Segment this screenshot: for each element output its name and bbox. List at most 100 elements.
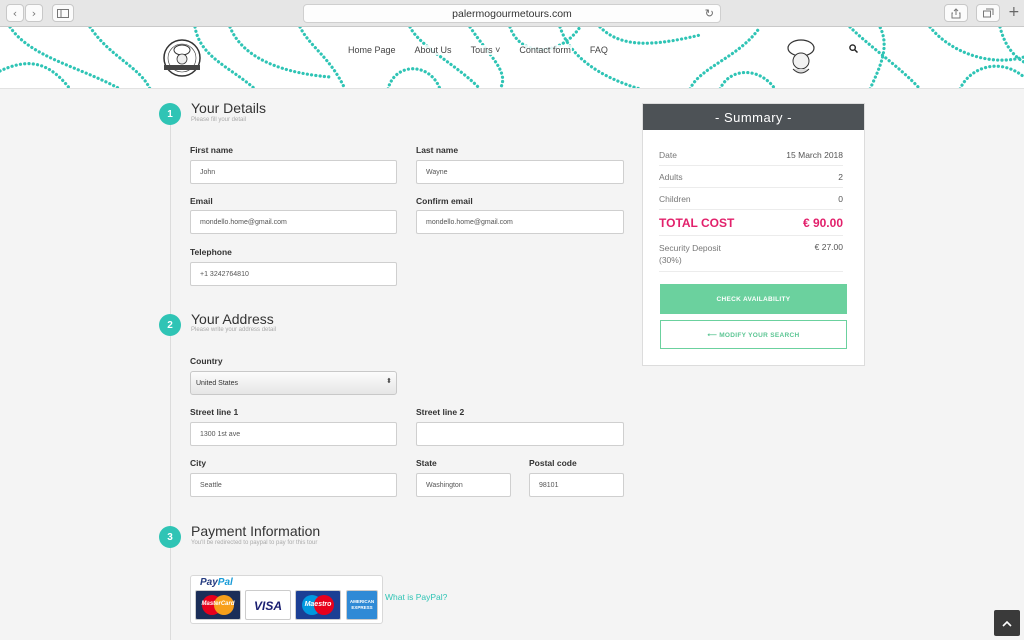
step-2-badge: 2 bbox=[159, 314, 181, 336]
first-name-label: First name bbox=[190, 145, 233, 155]
telephone-input[interactable]: +1 3242764810 bbox=[190, 262, 397, 286]
paypal-logo-pal: Pal bbox=[217, 577, 233, 588]
new-tab-icon[interactable]: + bbox=[1008, 4, 1020, 20]
site-header: Home Page About Us Tours ˅ Contact form … bbox=[0, 27, 1024, 89]
confirm-email-value: mondello.home@gmail.com bbox=[426, 218, 513, 226]
street2-input[interactable] bbox=[416, 422, 624, 446]
country-select[interactable]: United States ⬍ bbox=[190, 371, 397, 395]
what-is-paypal-link[interactable]: What is PayPal? bbox=[385, 592, 447, 602]
paypal-logo: PayPal bbox=[200, 577, 233, 588]
postal-code-value: 98101 bbox=[539, 481, 559, 489]
first-name-input[interactable]: John bbox=[190, 160, 397, 184]
visa-icon: VISA bbox=[245, 590, 291, 620]
dotted-pattern-decoration bbox=[0, 27, 1024, 88]
adults-value: 2 bbox=[838, 171, 843, 182]
nav-tours[interactable]: Tours ˅ bbox=[469, 45, 502, 55]
sidebar-icon bbox=[57, 8, 69, 18]
forward-button[interactable]: › bbox=[25, 4, 43, 22]
paypal-payment-option[interactable]: PayPal MasterCard VISA Maestro AMERICAN … bbox=[190, 575, 383, 624]
city-input[interactable]: Seattle bbox=[190, 473, 397, 497]
last-name-input[interactable]: Wayne bbox=[416, 160, 624, 184]
section-subtitle-details: Please fill your detail bbox=[191, 117, 247, 123]
telephone-value: +1 3242764810 bbox=[200, 270, 249, 278]
modify-search-button[interactable]: ⟵ MODIFY YOUR SEARCH bbox=[660, 320, 847, 349]
summary-row-deposit: Security Deposit (30%) € 27.00 bbox=[659, 238, 843, 272]
first-name-value: John bbox=[200, 168, 216, 176]
summary-row-date: Date 15 March 2018 bbox=[659, 144, 843, 166]
deposit-value: € 27.00 bbox=[814, 242, 843, 252]
city-value: Seattle bbox=[200, 481, 222, 489]
nav-about-us[interactable]: About Us bbox=[413, 45, 453, 55]
last-name-label: Last name bbox=[416, 145, 459, 155]
mastercard-label: MasterCard bbox=[201, 601, 235, 607]
date-label: Date bbox=[659, 149, 677, 160]
browser-toolbar: ‹ › palermogourmetours.com ↻ + bbox=[0, 0, 1024, 27]
email-input[interactable]: mondello.home@gmail.com bbox=[190, 210, 397, 234]
chevron-up-icon bbox=[1002, 620, 1012, 627]
step-1-badge: 1 bbox=[159, 103, 181, 125]
city-label: City bbox=[190, 458, 207, 468]
maestro-icon: Maestro bbox=[295, 590, 341, 620]
reload-icon[interactable]: ↻ bbox=[705, 7, 714, 20]
address-bar[interactable]: palermogourmetours.com ↻ bbox=[303, 4, 721, 23]
state-label: State bbox=[416, 458, 437, 468]
chevron-right-icon: › bbox=[31, 6, 37, 20]
tabs-icon bbox=[982, 8, 993, 18]
country-value: United States bbox=[196, 379, 239, 387]
scroll-to-top-button[interactable] bbox=[994, 610, 1020, 636]
deposit-percent: (30%) bbox=[659, 255, 682, 265]
mastercard-icon: MasterCard bbox=[195, 590, 241, 620]
paypal-logo-pay: Pay bbox=[200, 577, 218, 588]
date-value: 15 March 2018 bbox=[786, 149, 843, 160]
summary-row-adults: Adults 2 bbox=[659, 166, 843, 188]
deposit-label: Security Deposit bbox=[659, 243, 721, 253]
section-subtitle-payment: You'll be redirected to paypal to pay fo… bbox=[191, 540, 318, 546]
state-input[interactable]: Washington bbox=[416, 473, 511, 497]
summary-row-total: TOTAL COST € 90.00 bbox=[659, 210, 843, 236]
nav-faq[interactable]: FAQ bbox=[588, 45, 609, 55]
step-3-badge: 3 bbox=[159, 526, 181, 548]
street1-value: 1300 1st ave bbox=[200, 430, 241, 438]
tabs-button[interactable] bbox=[976, 4, 1000, 22]
street1-input[interactable]: 1300 1st ave bbox=[190, 422, 397, 446]
nav-home-page[interactable]: Home Page bbox=[347, 45, 397, 55]
total-cost-label: TOTAL COST bbox=[659, 215, 735, 230]
email-value: mondello.home@gmail.com bbox=[200, 218, 287, 226]
summary-row-children: Children 0 bbox=[659, 188, 843, 210]
section-title-details: Your Details bbox=[191, 100, 266, 116]
last-name-value: Wayne bbox=[426, 168, 448, 176]
chevron-left-icon: ‹ bbox=[12, 6, 18, 20]
section-title-payment: Payment Information bbox=[191, 523, 321, 539]
nav-contact-form[interactable]: Contact form bbox=[518, 45, 572, 55]
select-arrows-icon: ⬍ bbox=[386, 377, 392, 385]
back-button[interactable]: ‹ bbox=[6, 4, 24, 22]
visa-label: VISA bbox=[253, 599, 282, 613]
street2-label: Street line 2 bbox=[416, 407, 465, 417]
postal-code-input[interactable]: 98101 bbox=[529, 473, 624, 497]
postal-code-label: Postal code bbox=[529, 458, 577, 468]
state-value: Washington bbox=[426, 481, 463, 489]
share-button[interactable] bbox=[944, 4, 968, 22]
address-bar-url: palermogourmetours.com bbox=[452, 7, 572, 20]
sidebar-toggle-button[interactable] bbox=[52, 4, 74, 22]
email-label: Email bbox=[190, 196, 213, 206]
steps-timeline bbox=[170, 122, 171, 640]
confirm-email-label: Confirm email bbox=[416, 196, 473, 206]
confirm-email-input[interactable]: mondello.home@gmail.com bbox=[416, 210, 624, 234]
check-availability-button[interactable]: CHECK AVAILABILITY bbox=[660, 284, 847, 314]
section-subtitle-address: Please write your address detail bbox=[191, 327, 277, 333]
site-logo[interactable] bbox=[161, 38, 203, 83]
street1-label: Street line 1 bbox=[190, 407, 239, 417]
total-cost-value: € 90.00 bbox=[802, 215, 843, 230]
chef-mascot-icon bbox=[783, 37, 819, 82]
children-label: Children bbox=[659, 193, 691, 204]
section-title-address: Your Address bbox=[191, 311, 274, 327]
country-label: Country bbox=[190, 356, 223, 366]
summary-title: - Summary - bbox=[643, 104, 864, 130]
amex-label: AMERICAN EXPRESS bbox=[349, 599, 375, 610]
main-nav: Home Page About Us Tours ˅ Contact form … bbox=[347, 45, 609, 55]
telephone-label: Telephone bbox=[190, 247, 232, 257]
share-icon bbox=[951, 7, 961, 18]
search-icon[interactable] bbox=[849, 44, 859, 56]
adults-label: Adults bbox=[659, 171, 683, 182]
